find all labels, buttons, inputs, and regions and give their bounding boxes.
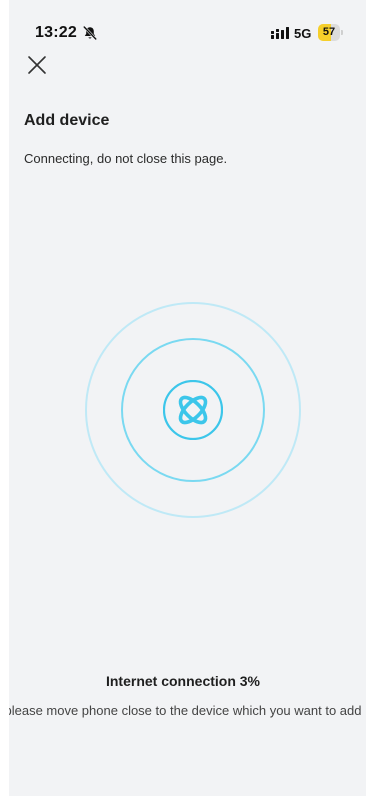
battery-tip bbox=[341, 30, 343, 35]
atom-icon bbox=[163, 380, 223, 440]
proximity-hint: please move phone close to the device wh… bbox=[9, 703, 362, 718]
signal-bars-icon bbox=[271, 27, 289, 39]
page-title: Add device bbox=[24, 112, 110, 129]
status-time: 13:22 bbox=[35, 24, 77, 41]
status-bar: 13:22 5G 57 bbox=[9, 0, 366, 50]
network-type: 5G bbox=[294, 26, 312, 41]
close-icon[interactable] bbox=[26, 54, 50, 78]
battery-percent: 57 bbox=[322, 26, 336, 38]
bell-slash-icon bbox=[83, 26, 97, 40]
progress-title: Internet connection 3% bbox=[105, 673, 261, 689]
battery-indicator: 57 bbox=[318, 24, 344, 41]
page-subtitle: Connecting, do not close this page. bbox=[24, 151, 228, 166]
connecting-screen: 13:22 5G 57 Add device Connecting, do no… bbox=[9, 0, 366, 796]
battery-body: 57 bbox=[318, 24, 340, 41]
